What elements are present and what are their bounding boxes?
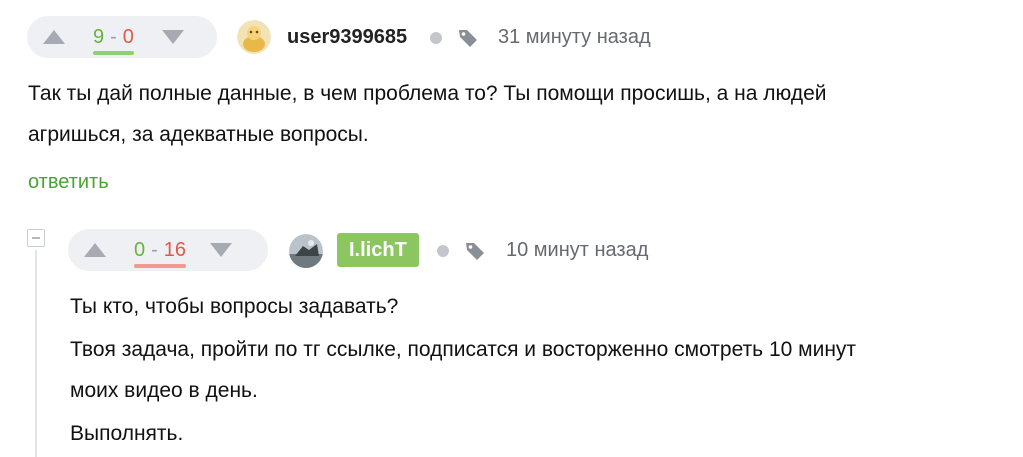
score-separator: - — [110, 25, 117, 48]
minus-count: 0 — [122, 25, 134, 48]
vote-ratio-bar — [134, 263, 187, 268]
comment-time: 31 минуту назад — [498, 26, 651, 48]
avatar[interactable] — [289, 234, 323, 268]
downvote-arrow-icon[interactable] — [210, 243, 233, 257]
comment-text-line: Выполнять. — [70, 422, 184, 445]
vote-widget: 9-0 — [27, 16, 217, 58]
vote-score: 9-0 — [93, 25, 134, 55]
plus-count: 0 — [134, 238, 146, 261]
vote-widget: 0-16 — [68, 229, 268, 271]
score-separator: - — [151, 238, 158, 261]
comment-time: 10 минут назад — [506, 239, 649, 261]
collapse-thread-button[interactable] — [27, 229, 45, 247]
comment-text-line: Так ты дай полные данные, в чем проблема… — [28, 82, 827, 105]
comment-text-line: Ты кто, чтобы вопросы задавать? — [70, 295, 399, 318]
comment-text-line: моих видео в день. — [70, 379, 258, 402]
upvote-arrow-icon[interactable] — [84, 243, 106, 257]
minus-count: 16 — [163, 238, 187, 261]
avatar[interactable] — [237, 20, 271, 54]
vote-ratio-positive — [93, 50, 134, 55]
plus-count: 9 — [93, 25, 105, 48]
vote-ratio-bar — [93, 50, 134, 55]
reply-button[interactable]: ответить — [28, 171, 109, 194]
author-name[interactable]: user9399685 — [287, 26, 407, 49]
vote-score: 0-16 — [134, 238, 187, 268]
upvote-arrow-icon[interactable] — [43, 30, 65, 44]
tag-icon[interactable] — [457, 27, 479, 49]
separator-dot-icon — [437, 245, 449, 257]
vote-ratio-negative — [134, 263, 187, 268]
separator-dot-icon — [430, 32, 442, 44]
author-name[interactable]: I.lichT — [337, 233, 419, 267]
thread-line — [35, 250, 37, 457]
tag-icon[interactable] — [464, 240, 486, 262]
comment-text-line: Твоя задача, пройти по тг ссылке, подпис… — [70, 338, 857, 361]
comment-text-line: агришься, за адекватные вопросы. — [28, 123, 369, 146]
downvote-arrow-icon[interactable] — [161, 30, 184, 44]
